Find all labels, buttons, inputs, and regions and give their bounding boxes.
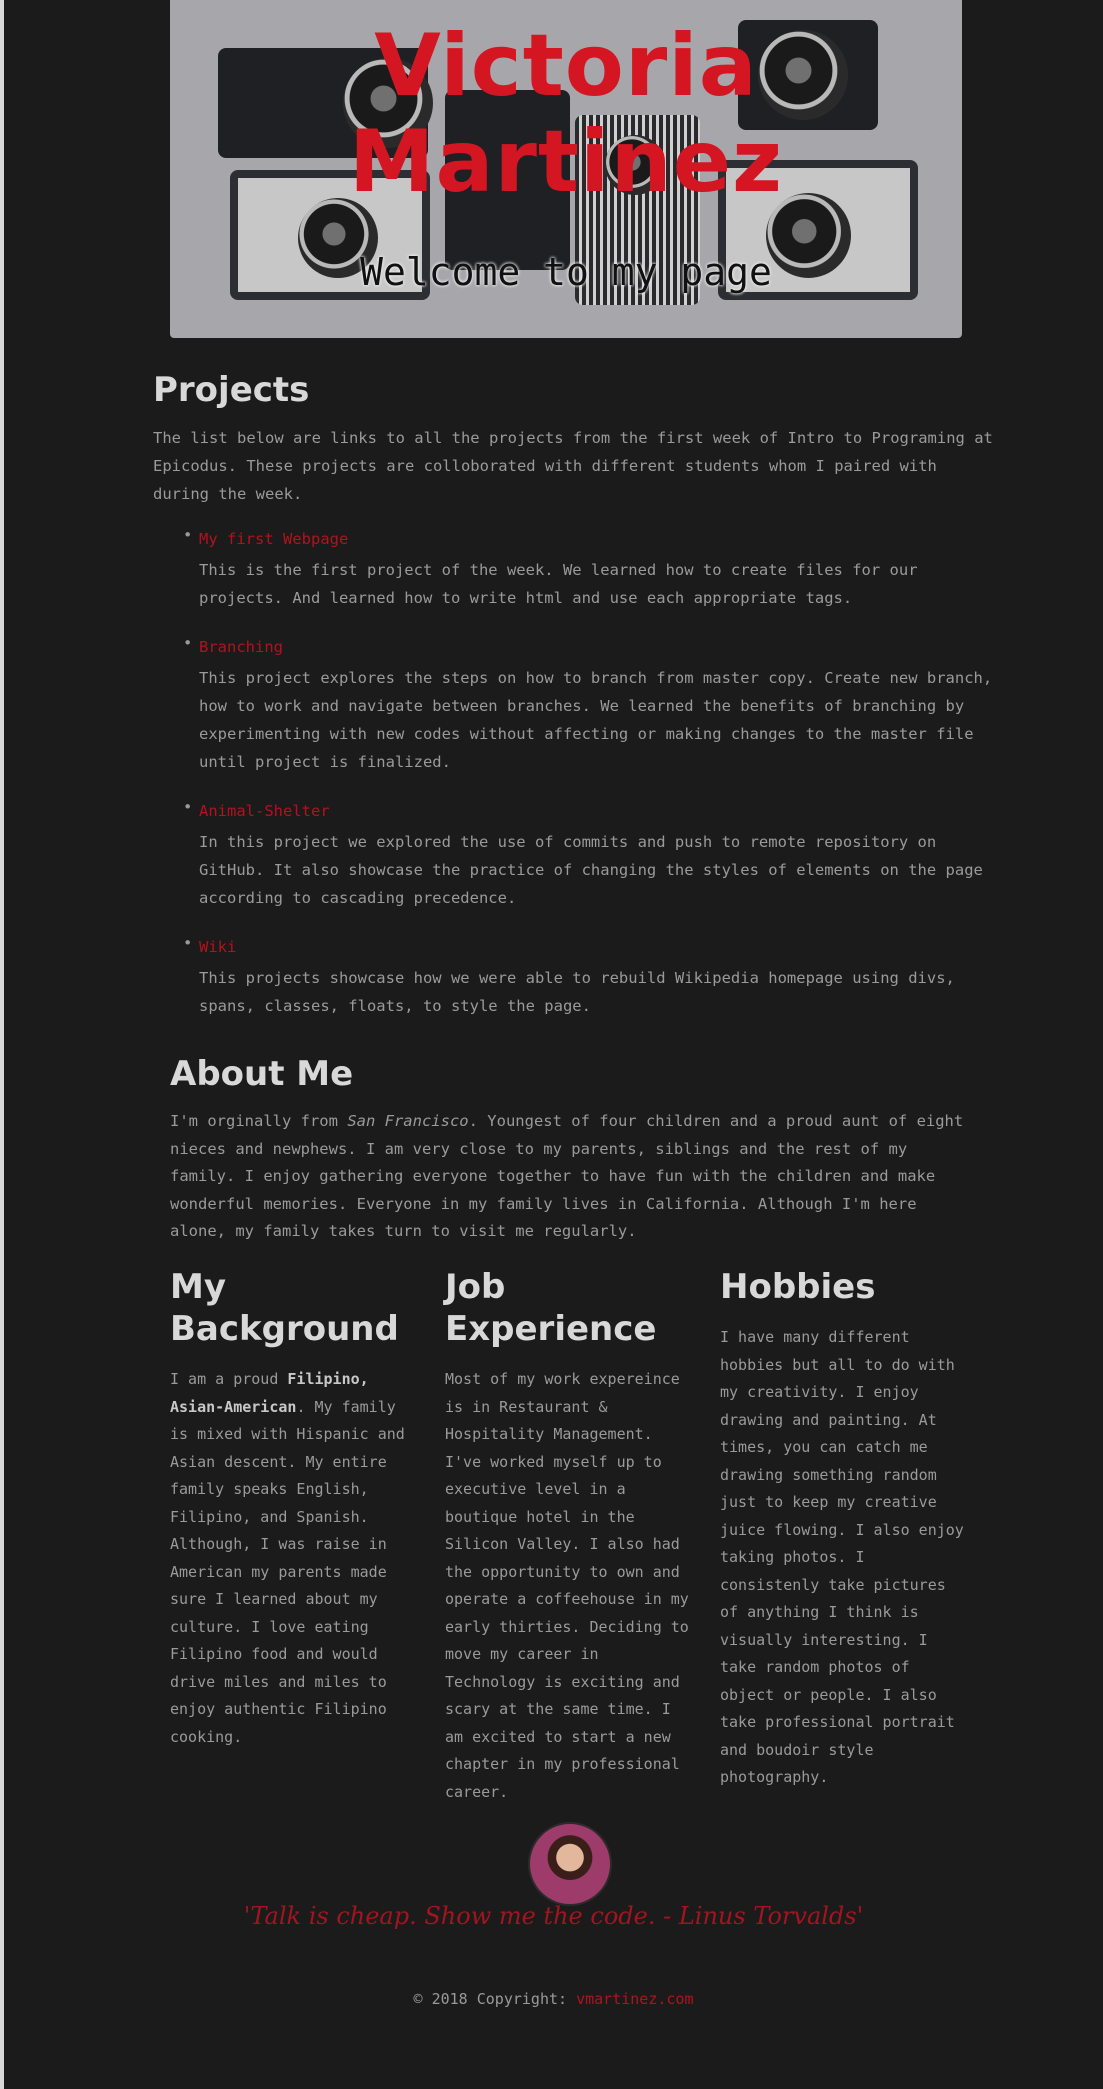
project-link-animal-shelter[interactable]: Animal-Shelter	[199, 798, 993, 824]
projects-list: • My first Webpage This is the first pro…	[153, 526, 993, 1020]
about-title: About Me	[170, 1054, 354, 1094]
project-description: In this project we explored the use of c…	[199, 833, 983, 907]
job-text: Most of my work expereince is in Restaur…	[445, 1370, 689, 1801]
welcome-text: Welcome to my page	[360, 250, 772, 294]
background-text: I am a proud Filipino, Asian-American. M…	[170, 1370, 405, 1746]
projects-intro: The list below are links to all the proj…	[153, 429, 993, 503]
hobbies-title: Hobbies	[720, 1267, 876, 1307]
job-column: Job Experience Most of my work expereinc…	[445, 1266, 690, 1806]
background-column: My Background I am a proud Filipino, Asi…	[170, 1266, 415, 1751]
hometown: San Francisco	[347, 1112, 469, 1130]
background-title: My Background	[170, 1267, 399, 1349]
header-banner: Victoria Martinez Welcome to my page	[170, 0, 962, 338]
name-line-2: Martinez	[348, 112, 784, 212]
bullet-icon: •	[183, 526, 193, 544]
site-owner-name: Victoria Martinez	[170, 18, 962, 210]
about-section: About Me I'm orginally from San Francisc…	[170, 1054, 980, 1246]
copyright: © 2018 Copyright: vmartinez.com	[4, 1990, 1103, 2008]
site-link[interactable]: vmartinez.com	[576, 1990, 693, 2008]
bullet-icon: •	[183, 934, 193, 952]
project-link-branching[interactable]: Branching	[199, 634, 993, 660]
list-item: • Branching This project explores the st…	[153, 634, 993, 776]
hobbies-column: Hobbies I have many different hobbies bu…	[720, 1266, 965, 1792]
bullet-icon: •	[183, 634, 193, 652]
job-title: Job Experience	[445, 1267, 657, 1349]
hobbies-text: I have many different hobbies but all to…	[720, 1328, 964, 1786]
bullet-icon: •	[183, 798, 193, 816]
project-description: This projects showcase how we were able …	[199, 969, 955, 1015]
project-link-wiki[interactable]: Wiki	[199, 934, 993, 960]
about-text: I'm orginally from San Francisco. Younge…	[170, 1112, 964, 1240]
list-item: • Wiki This projects showcase how we wer…	[153, 934, 993, 1020]
avatar	[528, 1822, 612, 1906]
list-item: • Animal-Shelter In this project we expl…	[153, 798, 993, 912]
projects-section: Projects The list below are links to all…	[153, 370, 993, 1042]
list-item: • My first Webpage This is the first pro…	[153, 526, 993, 612]
project-description: This is the first project of the week. W…	[199, 561, 918, 607]
name-line-1: Victoria	[374, 16, 758, 116]
project-description: This project explores the steps on how t…	[199, 669, 993, 771]
copyright-text: © 2018 Copyright:	[413, 1990, 577, 2008]
project-link-first-webpage[interactable]: My first Webpage	[199, 526, 993, 552]
footer-quote: 'Talk is cheap. Show me the code. - Linu…	[243, 1902, 864, 1930]
projects-title: Projects	[153, 370, 310, 410]
